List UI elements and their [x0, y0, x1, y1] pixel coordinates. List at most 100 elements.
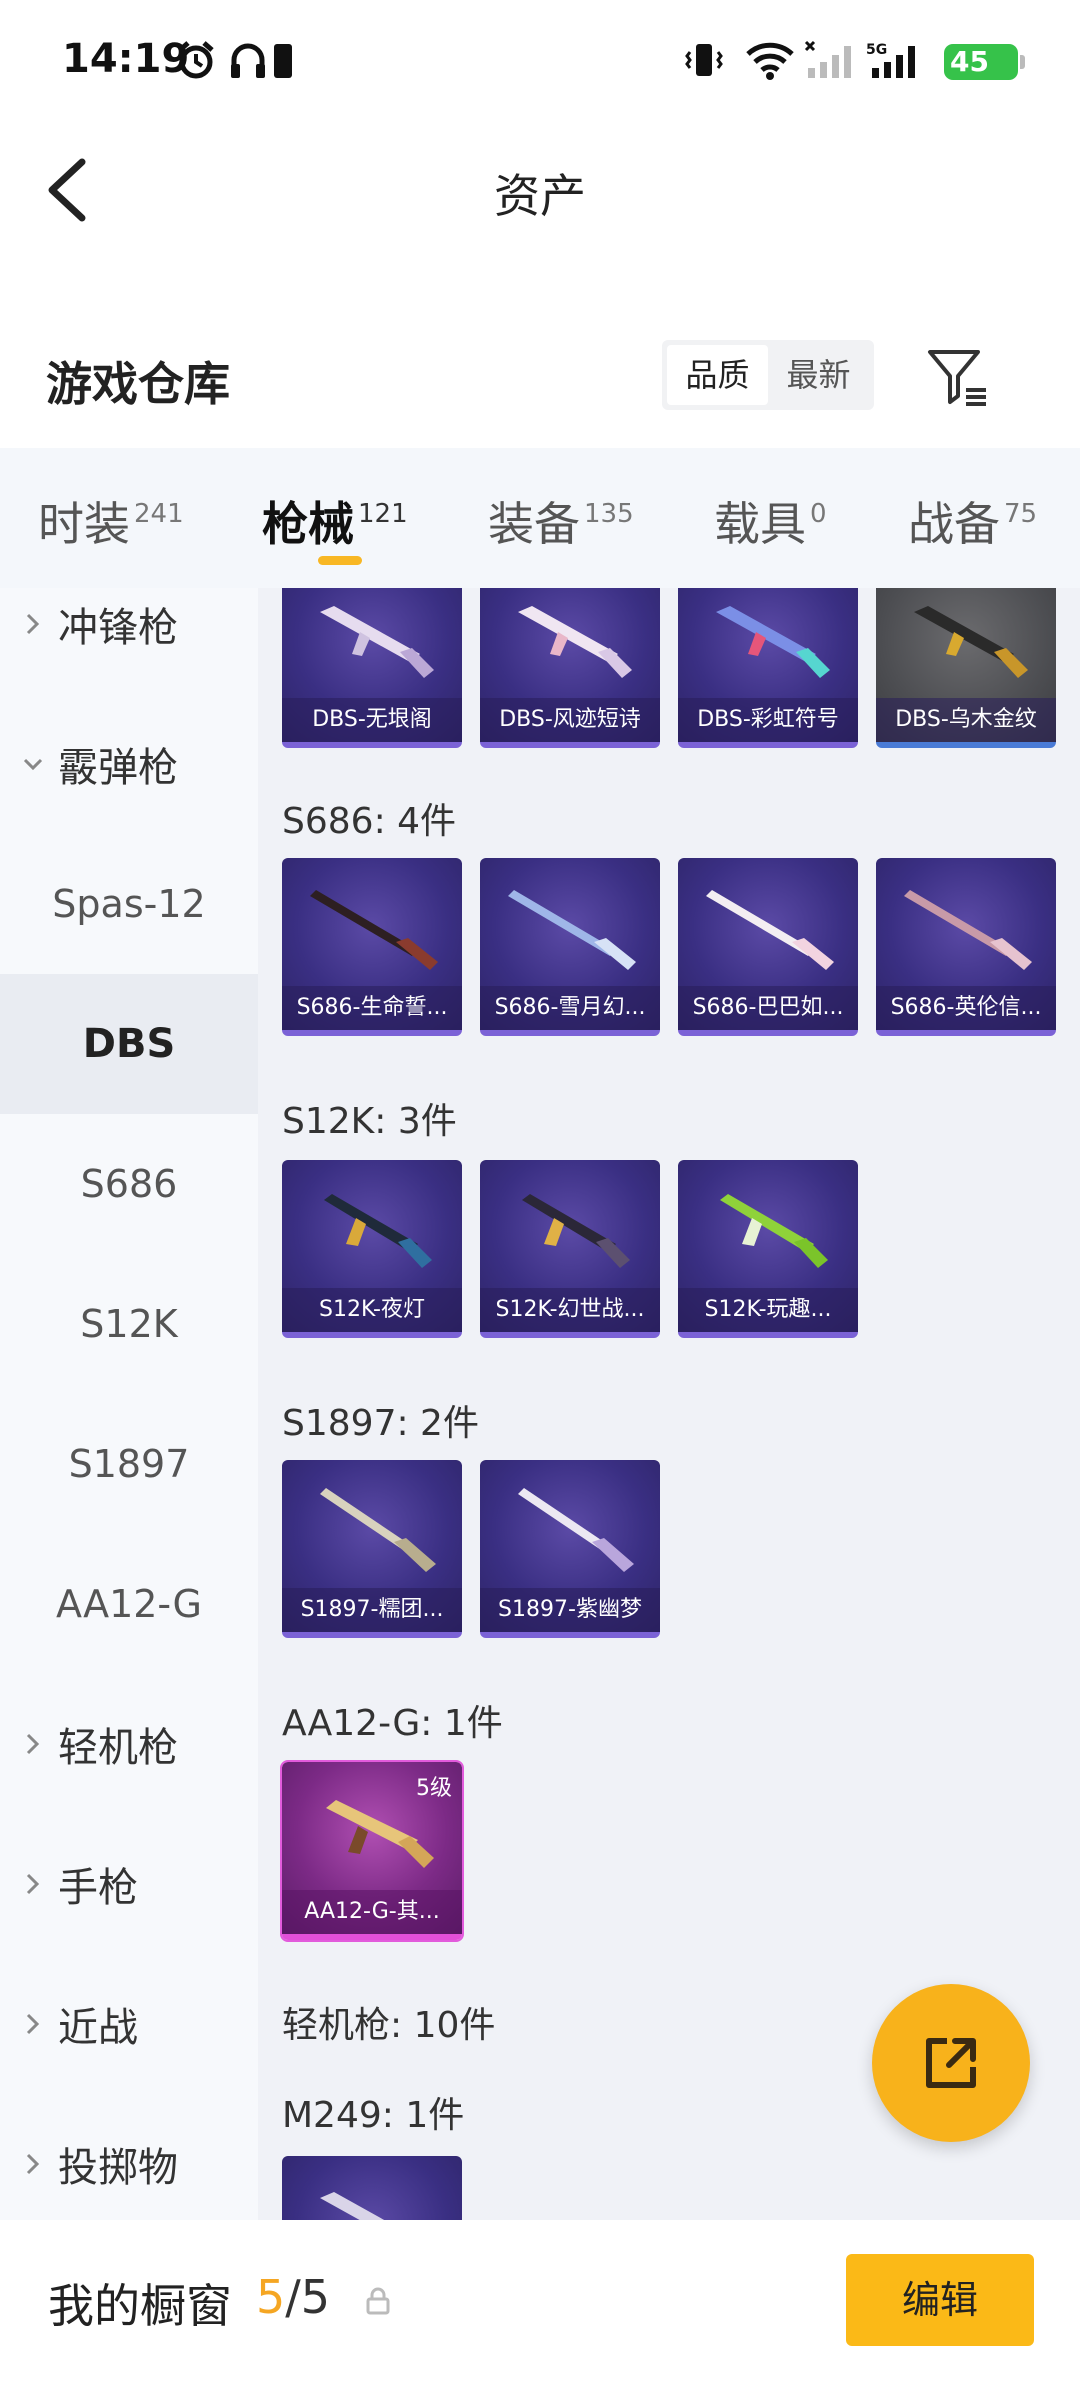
tab-label: 战备 — [908, 497, 1000, 551]
tab-count: 135 — [584, 499, 634, 529]
sidebar-item-label: S1897 — [68, 1442, 190, 1486]
item-card[interactable]: DBS-无垠阁 — [282, 588, 462, 748]
item-name: AA12-G-其... — [282, 1890, 462, 1934]
group-label-s12k: S12K: 3件 — [282, 1101, 457, 1142]
sidebar-item-pistol[interactable]: 手枪 — [0, 1814, 258, 1954]
item-card[interactable]: S686-巴巴如... — [678, 858, 858, 1036]
sidebar-item-dbs[interactable]: DBS — [0, 974, 258, 1114]
item-name: DBS-无垠阁 — [282, 698, 462, 742]
sort-toggle: 品质 最新 — [662, 340, 874, 410]
showcase-label: 我的橱窗 — [48, 2279, 232, 2333]
shotgun-skin-image — [716, 606, 830, 678]
sidebar: 冲锋枪 霰弹枪 Spas-12 DBS S686 S12K S1897 AA12… — [0, 588, 258, 2220]
group-label-lmg: 轻机枪: 10件 — [282, 2005, 496, 2046]
sidebar-item-label: S12K — [80, 1302, 178, 1346]
shotgun-skin-image — [720, 1194, 828, 1268]
tab-equipment[interactable]: 装备 135 — [488, 488, 634, 554]
sidebar-item-spas12[interactable]: Spas-12 — [0, 834, 258, 974]
sidebar-item-s1897[interactable]: S1897 — [0, 1394, 258, 1534]
group-label-aa12g: AA12-G: 1件 — [282, 1703, 503, 1744]
item-card[interactable]: S12K-玩趣... — [678, 1160, 858, 1338]
sort-by-quality[interactable]: 品质 — [667, 345, 768, 405]
group-label-s1897: S1897: 2件 — [282, 1403, 479, 1444]
sidebar-item-s686[interactable]: S686 — [0, 1114, 258, 1254]
lmg-skin-image — [320, 2192, 385, 2220]
sidebar-item-label: 轻机枪 — [58, 1725, 178, 1771]
sidebar-item-smg[interactable]: 冲锋枪 — [0, 588, 258, 694]
tab-fashion[interactable]: 时装 241 — [38, 488, 184, 554]
svg-text:5G: 5G — [866, 42, 887, 58]
item-name: S686-雪月幻... — [480, 986, 660, 1030]
battery-indicator: 45 — [944, 44, 1025, 80]
showcase-count: 5/5 — [256, 2270, 330, 2324]
sidebar-item-label: 霰弹枪 — [58, 745, 178, 791]
tab-count: 241 — [134, 499, 184, 529]
signal-5g-icon: 5G — [866, 42, 915, 78]
alarm-icon — [178, 41, 214, 79]
sidebar-item-aa12g[interactable]: AA12-G — [0, 1534, 258, 1674]
item-card[interactable]: S686-生命誓... — [282, 858, 462, 1036]
item-card[interactable]: S1897-紫幽梦 — [480, 1460, 660, 1638]
share-button[interactable] — [872, 1984, 1030, 2142]
sidebar-item-label: AA12-G — [56, 1582, 202, 1626]
headset-icon — [231, 43, 265, 78]
sidebar-item-label: Spas-12 — [52, 882, 206, 926]
item-card[interactable]: DBS-风迹短诗 — [480, 588, 660, 748]
sidebar-item-throwables[interactable]: 投掷物 — [0, 2094, 258, 2220]
sidebar-item-lmg[interactable]: 轻机枪 — [0, 1674, 258, 1814]
item-grid: DBS-无垠阁 DBS-风迹短诗 DBS-彩虹符号 DBS-乌木金纹 S686:… — [258, 588, 1080, 2220]
item-name: S686-巴巴如... — [678, 986, 858, 1030]
item-level-badge: 5级 — [416, 1776, 452, 1801]
shotgun-skin-image — [324, 1194, 432, 1268]
shotgun-skin-image — [320, 606, 434, 678]
group-label-m249: M249: 1件 — [282, 2095, 465, 2136]
shotgun-skin-image — [904, 890, 1032, 970]
item-card[interactable]: 5级 AA12-G-其... — [280, 1760, 464, 1942]
shotgun-skin-image — [310, 890, 438, 970]
item-name: S12K-玩趣... — [678, 1288, 858, 1332]
shotgun-skin-image — [518, 1488, 634, 1572]
showcase-total: /5 — [285, 2270, 331, 2324]
tab-vehicles[interactable]: 载具 0 — [714, 488, 827, 554]
lock-icon — [366, 2287, 390, 2315]
wifi-icon — [746, 42, 794, 80]
chevron-right-icon — [26, 1873, 40, 1895]
sidebar-item-s12k[interactable]: S12K — [0, 1254, 258, 1394]
sidebar-item-label: 冲锋枪 — [58, 605, 178, 651]
bottom-bar: 我的橱窗 5/5 编辑 — [0, 2220, 1080, 2382]
sort-by-newest[interactable]: 最新 — [768, 345, 869, 405]
chevron-right-icon — [26, 613, 40, 635]
chevron-right-icon — [26, 1733, 40, 1755]
item-card[interactable]: S686-英伦信... — [876, 858, 1056, 1036]
shotgun-skin-image — [706, 890, 834, 970]
item-card[interactable]: S1897-糯团... — [282, 1460, 462, 1638]
tab-guns[interactable]: 枪械 121 — [262, 488, 408, 554]
item-name: DBS-风迹短诗 — [480, 698, 660, 742]
item-card[interactable]: S686-雪月幻... — [480, 858, 660, 1036]
item-card[interactable]: S12K-夜灯 — [282, 1160, 462, 1338]
item-card[interactable]: S12K-幻世战... — [480, 1160, 660, 1338]
chevron-down-icon — [23, 758, 43, 771]
filter-icon[interactable] — [924, 344, 990, 410]
shotgun-skin-image — [320, 1488, 436, 1572]
tab-count: 75 — [1004, 499, 1038, 529]
sim-icon — [274, 44, 292, 78]
item-name: S1897-糯团... — [282, 1588, 462, 1632]
item-card[interactable] — [282, 2156, 462, 2220]
shotgun-skin-image — [914, 606, 1028, 678]
chevron-right-icon — [26, 2013, 40, 2035]
sidebar-item-melee[interactable]: 近战 — [0, 1954, 258, 2094]
item-card[interactable]: DBS-乌木金纹 — [876, 588, 1056, 748]
item-card[interactable]: DBS-彩虹符号 — [678, 588, 858, 748]
sidebar-item-label: 近战 — [58, 2005, 138, 2051]
tab-label: 载具 — [714, 497, 806, 551]
tab-combat-supplies[interactable]: 战备 75 — [908, 488, 1037, 554]
edit-button[interactable]: 编辑 — [846, 2254, 1034, 2346]
item-name: S12K-夜灯 — [282, 1288, 462, 1332]
chevron-right-icon — [26, 2153, 40, 2175]
tab-label: 时装 — [38, 497, 130, 551]
sidebar-item-shotgun[interactable]: 霰弹枪 — [0, 694, 258, 834]
share-icon — [926, 2038, 976, 2088]
tab-count: 121 — [358, 499, 408, 529]
tab-count: 0 — [810, 499, 827, 529]
